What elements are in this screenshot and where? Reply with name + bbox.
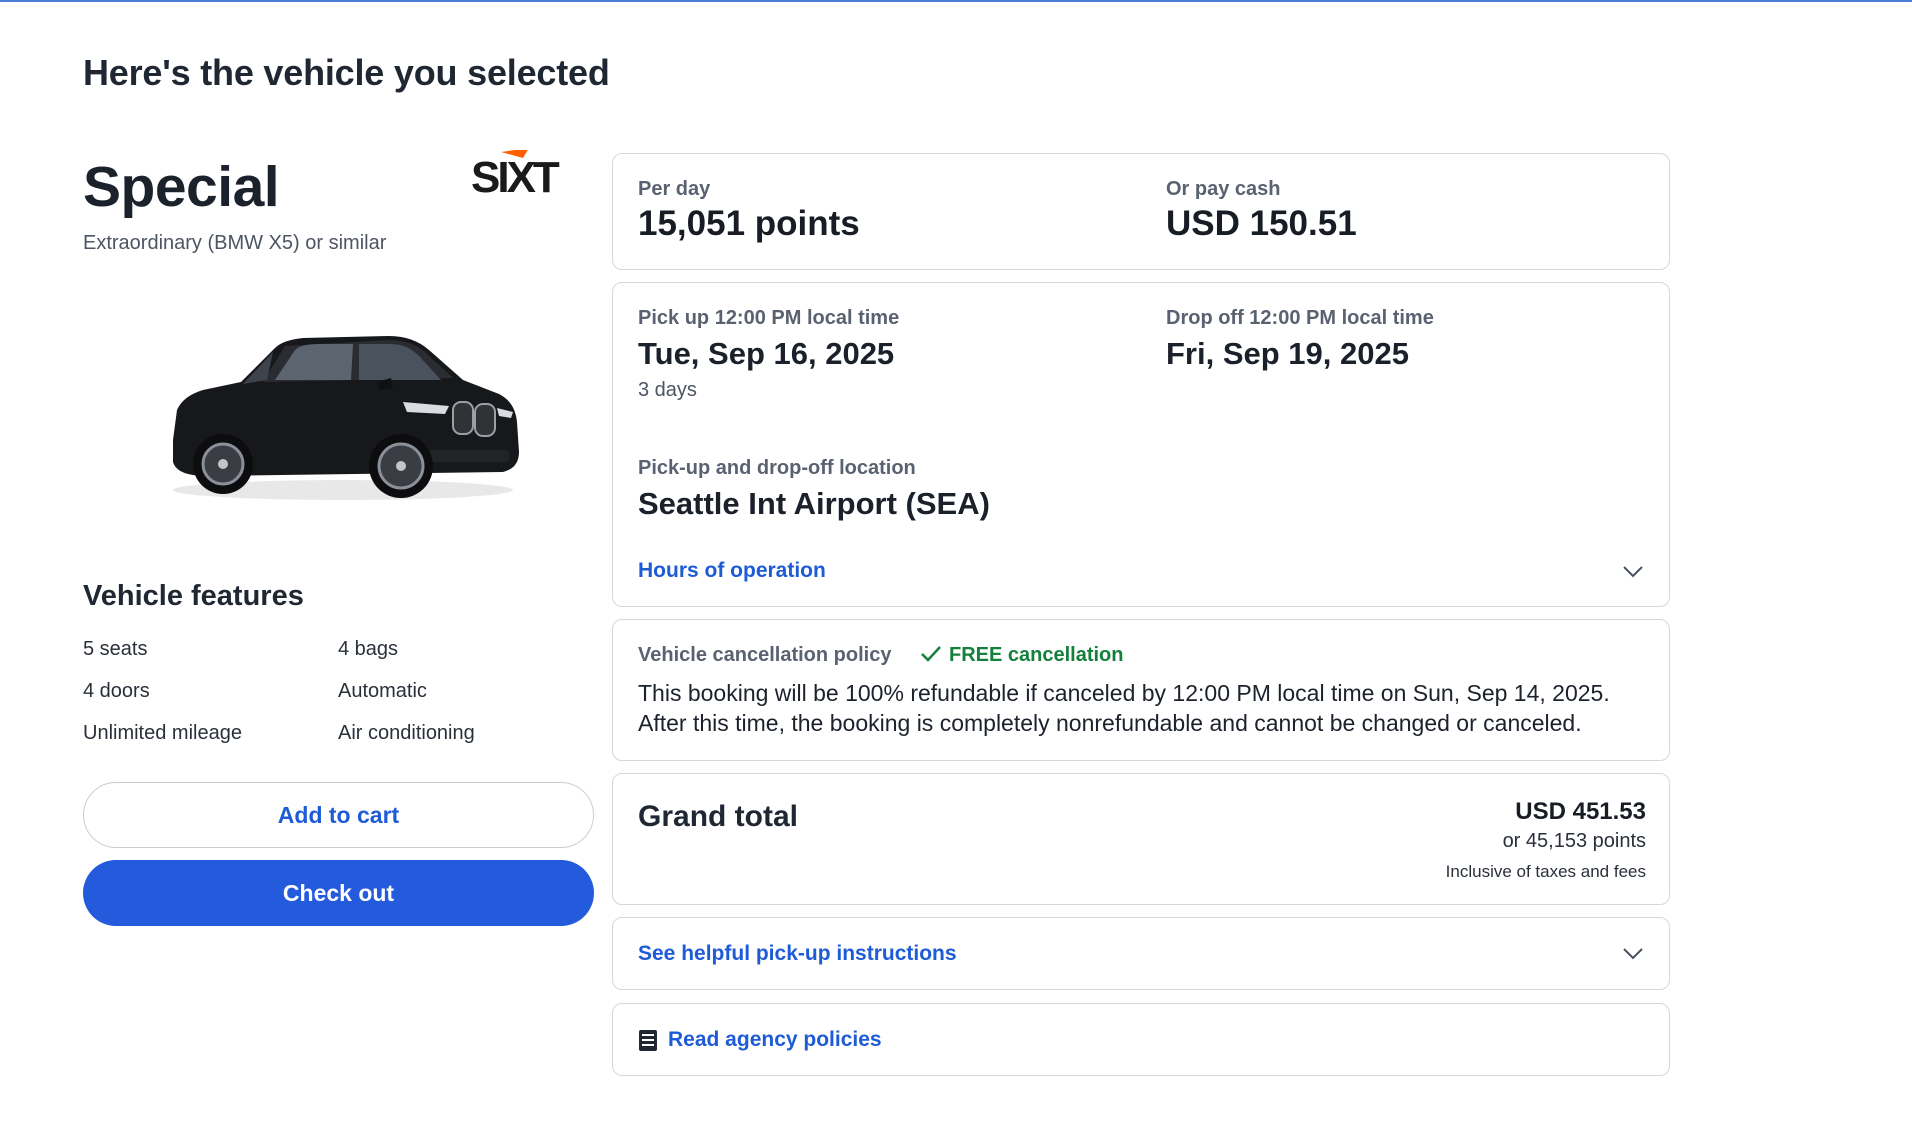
pickup-instructions-link[interactable]: See helpful pick-up instructions [638, 942, 957, 966]
cancellation-policy-label: Vehicle cancellation policy [638, 644, 892, 666]
add-to-cart-button[interactable]: Add to cart [83, 782, 594, 848]
feature-doors: 4 doors [83, 680, 150, 702]
pickup-time-label: Pick up 12:00 PM local time [638, 307, 900, 329]
per-day-label: Per day [638, 178, 711, 200]
dropoff-time-label: Drop off 12:00 PM local time [1166, 307, 1434, 329]
pickup-instructions-card[interactable]: See helpful pick-up instructions [612, 917, 1670, 990]
cash-price: USD 150.51 [1166, 204, 1357, 243]
feature-transmission: Automatic [338, 680, 427, 702]
grand-total-card: Grand total USD 451.53 or 45,153 points … [612, 773, 1670, 905]
feature-seats: 5 seats [83, 638, 148, 660]
free-cancellation-badge: FREE cancellation [949, 644, 1124, 666]
vehicle-class-name: Special [83, 155, 280, 219]
cancellation-terms-line-2: After this time, the booking is complete… [638, 710, 1582, 736]
dropoff-date: Fri, Sep 19, 2025 [1166, 336, 1409, 371]
page-title: Here's the vehicle you selected [83, 52, 610, 93]
rental-duration: 3 days [638, 379, 697, 401]
cancellation-terms-line-1: This booking will be 100% refundable if … [638, 680, 1610, 706]
checkmark-icon [921, 646, 941, 662]
sixt-logo: SIXT [471, 150, 563, 200]
feature-bags: 4 bags [338, 638, 399, 660]
grand-total-label: Grand total [638, 800, 799, 833]
agency-policies-link[interactable]: Read agency policies [668, 1028, 882, 1052]
pickup-date: Tue, Sep 16, 2025 [638, 336, 895, 371]
feature-mileage: Unlimited mileage [83, 722, 242, 744]
brand-logo-text: SIXT [471, 153, 560, 200]
vehicle-features-heading: Vehicle features [83, 580, 304, 612]
feature-air-conditioning: Air conditioning [338, 722, 475, 744]
check-out-button[interactable]: Check out [83, 860, 594, 926]
taxes-fees-note: Inclusive of taxes and fees [1445, 862, 1646, 881]
pickup-location: Seattle Int Airport (SEA) [638, 486, 990, 521]
grand-total-usd: USD 451.53 [1515, 798, 1646, 825]
vehicle-image [173, 336, 519, 500]
cash-label: Or pay cash [1166, 178, 1281, 200]
document-icon [639, 1030, 657, 1051]
cancellation-policy-card: Vehicle cancellation policy FREE cancell… [612, 619, 1670, 761]
per-day-points: 15,051 points [638, 204, 860, 243]
vehicle-model-subtitle: Extraordinary (BMW X5) or similar [83, 232, 387, 254]
hours-of-operation-link[interactable]: Hours of operation [638, 559, 826, 583]
vehicle-features-list: 5 seats 4 bags 4 doors Automatic Unlimit… [83, 638, 503, 744]
grand-total-points: or 45,153 points [1502, 830, 1646, 852]
price-card: Per day 15,051 points Or pay cash USD 15… [612, 153, 1670, 270]
location-label: Pick-up and drop-off location [638, 457, 916, 479]
trip-details-card: Pick up 12:00 PM local time Tue, Sep 16,… [612, 282, 1670, 607]
top-divider [0, 0, 1912, 2]
agency-policies-card[interactable]: Read agency policies [612, 1003, 1670, 1076]
chevron-down-icon[interactable] [1622, 565, 1644, 579]
chevron-down-icon[interactable] [1622, 947, 1644, 961]
